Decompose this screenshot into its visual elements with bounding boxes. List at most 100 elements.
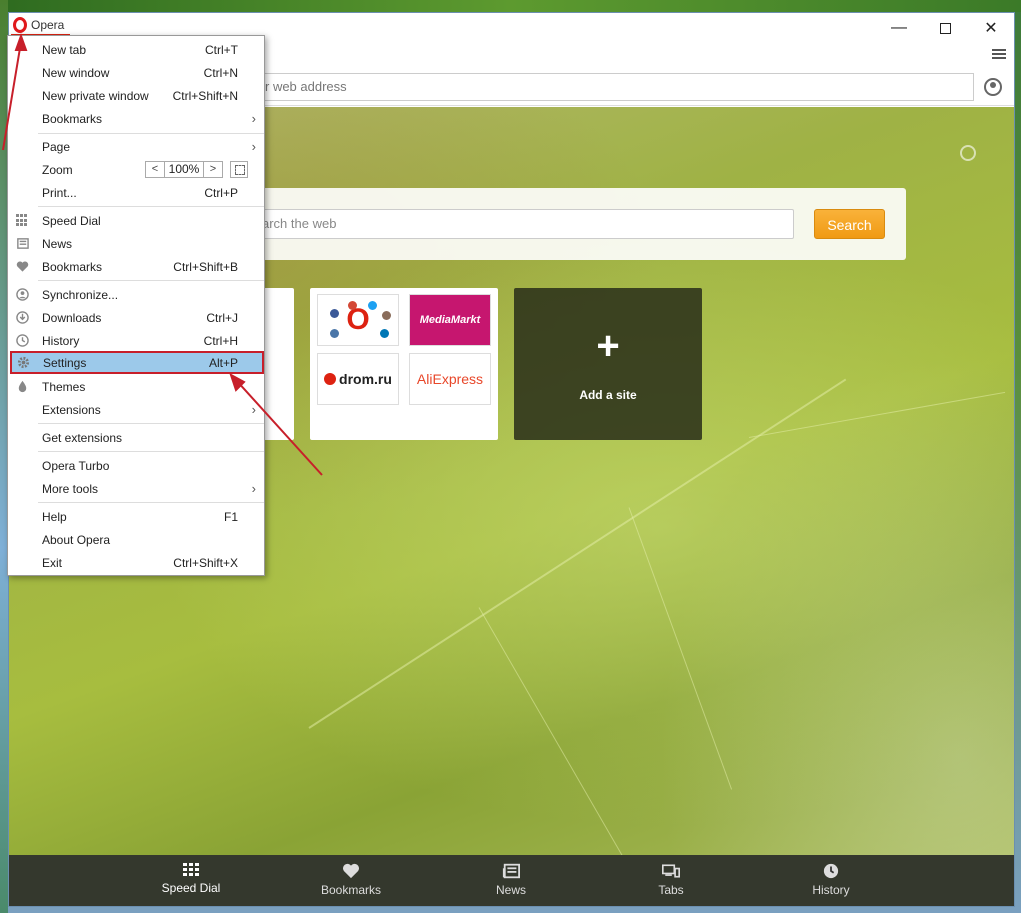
opera-logo-icon [13, 17, 27, 33]
plus-icon: + [596, 324, 620, 368]
mediamarkt-thumbnail: MediaMarkt [409, 294, 491, 346]
chevron-right-icon: › [251, 402, 256, 417]
gear-icon [17, 356, 30, 369]
menu-item-label: Get extensions [42, 430, 123, 445]
bottom-nav-tabs[interactable]: Tabs [626, 863, 716, 897]
maximize-button[interactable] [922, 13, 968, 43]
zoom-control: < 100% > [145, 161, 248, 178]
menu-separator [38, 423, 264, 424]
menu-item-label: Speed Dial [42, 213, 101, 228]
bottom-nav-history[interactable]: History [786, 863, 876, 897]
opera-menu-label: Opera [31, 18, 65, 32]
menu-item-label: Bookmarks [42, 111, 103, 126]
bottom-nav-speed-dial[interactable]: Speed Dial [146, 863, 236, 895]
maximize-icon [939, 22, 951, 34]
address-bar[interactable]: r web address [169, 73, 974, 101]
menu-item-extensions[interactable]: Extensions › [8, 398, 264, 421]
menu-item-label: Zoom [42, 162, 73, 177]
news-icon [502, 863, 520, 879]
menu-item-new-window[interactable]: New window Ctrl+N [8, 61, 264, 84]
menu-item-shortcut: Ctrl+H [203, 333, 238, 348]
speed-dial-icon [16, 214, 29, 227]
zoom-in-button[interactable]: > [204, 162, 222, 177]
menu-item-shortcut: Ctrl+T [205, 42, 238, 57]
menu-item-bookmarks[interactable]: Bookmarks Ctrl+Shift+B [8, 255, 264, 278]
menu-item-label: Downloads [42, 310, 102, 325]
search-tabs-icon[interactable] [960, 145, 976, 161]
account-icon[interactable] [984, 78, 1002, 96]
menu-item-history[interactable]: History Ctrl+H [8, 329, 264, 352]
menu-item-get-extensions[interactable]: Get extensions [8, 426, 264, 449]
drom-logo-icon [324, 373, 337, 385]
bottom-nav-label: History [812, 883, 850, 897]
drop-icon [18, 380, 27, 393]
menu-item-shortcut: Ctrl+Shift+B [173, 259, 238, 274]
bottom-navigation-bar: Speed Dial Bookmarks News Tabs History [9, 855, 1014, 906]
menu-item-new-tab[interactable]: New tab Ctrl+T [8, 38, 264, 61]
menu-separator [38, 502, 264, 503]
drom-thumbnail: drom.ru [317, 353, 399, 405]
menu-item-news[interactable]: News [8, 232, 264, 255]
menu-item-label: New window [42, 65, 110, 80]
chevron-right-icon: › [251, 111, 256, 126]
leaf-vein [478, 607, 630, 855]
menu-separator [38, 451, 264, 452]
menu-item-exit[interactable]: Exit Ctrl+Shift+X [8, 551, 264, 574]
menu-item-label: Bookmarks [42, 259, 103, 274]
leaf-vein [628, 507, 733, 790]
close-button[interactable]: ✕ [968, 13, 1014, 43]
add-site-tile[interactable]: + Add a site [514, 288, 702, 440]
menu-item-label: Themes [42, 379, 86, 394]
linkedin-icon [380, 329, 389, 338]
vk-icon [330, 329, 339, 338]
bottom-nav-bookmarks[interactable]: Bookmarks [306, 863, 396, 897]
bottom-nav-news[interactable]: News [466, 863, 556, 897]
chevron-right-icon: › [251, 139, 256, 154]
menu-item-page[interactable]: Page › [8, 135, 264, 158]
drom-label: drom.ru [339, 371, 392, 387]
social-sites-thumbnail: O [317, 294, 399, 346]
menu-separator [38, 133, 264, 134]
menu-item-label: Help [42, 509, 67, 524]
download-icon [16, 311, 29, 324]
menu-item-label: More tools [42, 481, 99, 496]
menu-item-label: About Opera [42, 532, 111, 547]
menu-item-downloads[interactable]: Downloads Ctrl+J [8, 306, 264, 329]
opera-main-menu: New tab Ctrl+T New window Ctrl+N New pri… [7, 35, 265, 576]
zoom-out-button[interactable]: < [146, 162, 164, 177]
menu-item-about-opera[interactable]: About Opera [8, 528, 264, 551]
menu-item-shortcut: Ctrl+Shift+N [172, 88, 238, 103]
menu-separator [38, 280, 264, 281]
bottom-nav-label: Bookmarks [320, 883, 382, 897]
menu-item-new-private-window[interactable]: New private window Ctrl+Shift+N [8, 84, 264, 107]
desktop-background [0, 0, 1021, 12]
search-input[interactable]: arch the web [249, 209, 794, 239]
heart-icon [343, 863, 359, 879]
menu-item-themes[interactable]: Themes [8, 375, 264, 398]
zoom-stepper: < 100% > [145, 161, 223, 178]
opera-menu-button[interactable]: Opera [11, 16, 71, 36]
menu-item-shortcut: Ctrl+Shift+X [173, 555, 238, 570]
menu-item-shortcut: Ctrl+N [203, 65, 238, 80]
menu-item-opera-turbo[interactable]: Opera Turbo [8, 454, 264, 477]
instagram-icon [382, 311, 391, 320]
menu-item-settings[interactable]: Settings Alt+P [10, 351, 264, 374]
menu-item-speed-dial[interactable]: Speed Dial [8, 209, 264, 232]
speed-dial-folder-tile[interactable]: O MediaMarkt drom.ru AliExpress [310, 288, 498, 440]
fullscreen-icon[interactable] [230, 161, 248, 178]
minimize-button[interactable]: — [876, 13, 922, 43]
menu-item-print[interactable]: Print... Ctrl+P [8, 181, 264, 204]
menu-item-label: Settings [43, 355, 87, 370]
close-icon: ✕ [984, 20, 998, 37]
menu-item-synchronize[interactable]: Synchronize... [8, 283, 264, 306]
menu-item-more-tools[interactable]: More tools › [8, 477, 264, 500]
menu-item-label: Page [42, 139, 71, 154]
search-button[interactable]: Search [814, 209, 885, 239]
facebook-icon [330, 309, 339, 318]
news-icon [17, 238, 29, 249]
menu-item-help[interactable]: Help F1 [8, 505, 264, 528]
tab-menu-icon[interactable] [992, 47, 1006, 61]
chevron-right-icon: › [251, 481, 256, 496]
menu-separator [38, 206, 264, 207]
menu-item-bookmarks-submenu[interactable]: Bookmarks › [8, 107, 264, 130]
